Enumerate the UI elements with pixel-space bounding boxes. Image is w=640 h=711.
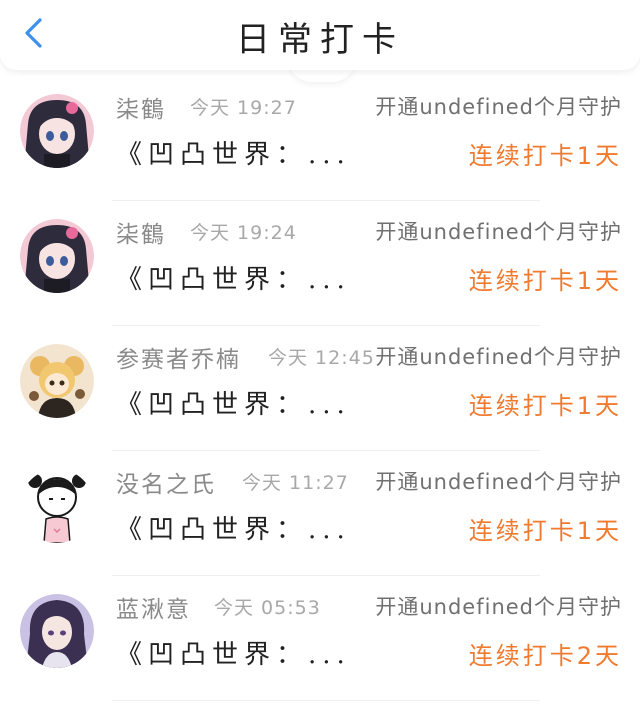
user-name[interactable]: 柒鶴 xyxy=(116,90,166,124)
streak-label: 连续打卡1天 xyxy=(468,392,622,420)
checkin-time: 今天 12:45 xyxy=(268,347,375,369)
list-item[interactable]: 柒鶴 今天 19:27 开通undefined个月守护 《凹凸世界：... 连续… xyxy=(0,76,640,201)
book-title[interactable]: 《凹凸世界：... xyxy=(116,259,351,296)
guard-status: 开通undefined个月守护 xyxy=(375,95,622,119)
guard-status: 开通undefined个月守护 xyxy=(375,220,622,244)
avatar[interactable] xyxy=(20,344,94,418)
checkin-time: 今天 19:27 xyxy=(190,97,297,119)
guard-status: 开通undefined个月守护 xyxy=(375,345,622,369)
checkin-time: 今天 05:53 xyxy=(214,597,321,619)
avatar[interactable] xyxy=(20,469,94,543)
streak-label: 连续打卡1天 xyxy=(468,142,622,170)
user-name[interactable]: 柒鶴 xyxy=(116,215,166,249)
streak-label: 连续打卡1天 xyxy=(468,517,622,545)
top-nav-bar: 日常打卡 xyxy=(0,0,640,70)
chibi-avatar-icon xyxy=(20,344,94,418)
guard-status: 开通undefined个月守护 xyxy=(375,470,622,494)
book-title[interactable]: 《凹凸世界：... xyxy=(116,509,351,546)
avatar[interactable] xyxy=(20,94,94,168)
user-name[interactable]: 没名之氏 xyxy=(116,465,216,499)
avatar[interactable] xyxy=(20,594,94,668)
anime-girl-avatar-icon xyxy=(20,94,94,168)
guard-status: 开通undefined个月守护 xyxy=(375,595,622,619)
list-item[interactable]: 参赛者乔楠 今天 12:45 开通undefined个月守护 《凹凸世界：...… xyxy=(0,326,640,451)
list-item[interactable]: 蓝湫意 今天 05:53 开通undefined个月守护 《凹凸世界：... 连… xyxy=(0,576,640,701)
book-title[interactable]: 《凹凸世界：... xyxy=(116,134,351,171)
avatar[interactable] xyxy=(20,219,94,293)
book-title[interactable]: 《凹凸世界：... xyxy=(116,384,351,421)
checkin-screen: 日常打卡 柒鶴 今天 19:27 开通undefined个月守护 《凹凸世界：.… xyxy=(0,0,640,711)
user-name[interactable]: 蓝湫意 xyxy=(116,590,191,624)
anime-boy-avatar-icon xyxy=(20,594,94,668)
user-name[interactable]: 参赛者乔楠 xyxy=(116,340,241,374)
page-title: 日常打卡 xyxy=(236,20,404,60)
book-title[interactable]: 《凹凸世界：... xyxy=(116,634,351,671)
streak-label: 连续打卡2天 xyxy=(468,642,622,670)
checkin-time: 今天 19:24 xyxy=(190,222,297,244)
list-item[interactable]: 柒鶴 今天 19:24 开通undefined个月守护 《凹凸世界：... 连续… xyxy=(0,201,640,326)
checkin-time: 今天 11:27 xyxy=(242,472,349,494)
divider xyxy=(112,700,540,701)
checkin-list: 柒鶴 今天 19:27 开通undefined个月守护 《凹凸世界：... 连续… xyxy=(0,76,640,701)
streak-label: 连续打卡1天 xyxy=(468,267,622,295)
doodle-girl-avatar-icon xyxy=(20,469,94,543)
anime-girl-avatar-icon xyxy=(20,219,94,293)
list-item[interactable]: 没名之氏 今天 11:27 开通undefined个月守护 《凹凸世界：... … xyxy=(0,451,640,576)
